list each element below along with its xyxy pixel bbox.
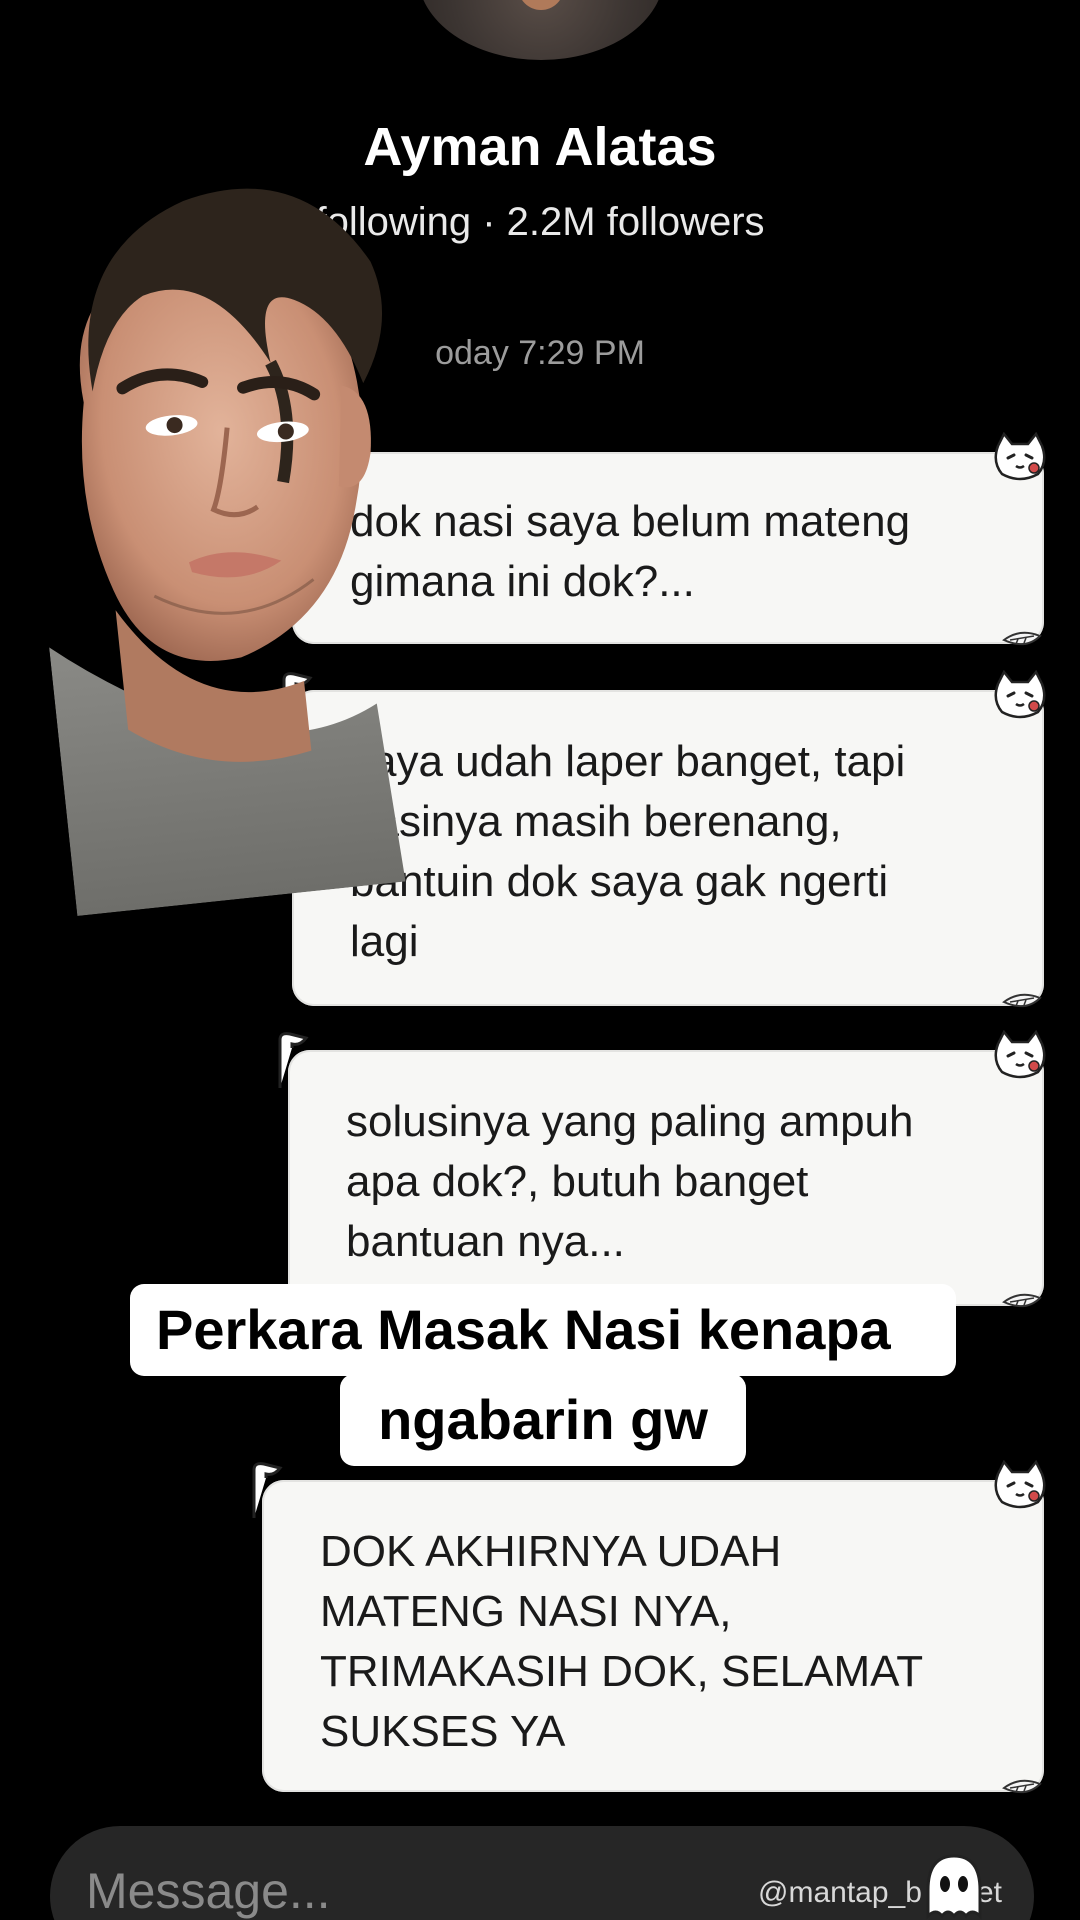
leaf-icon — [1002, 993, 1042, 1008]
leaf-icon — [1002, 631, 1042, 646]
scroll-curl-icon — [278, 1032, 309, 1088]
message-text: solusinya yang paling ampuh apa dok?, bu… — [346, 1097, 914, 1266]
message-bubble[interactable]: DOK AKHIRNYA UDAH MATENG NASI NYA, TRIMA… — [252, 1460, 1046, 1794]
scroll-curl-icon — [252, 1462, 283, 1518]
cat-sticker-icon — [994, 432, 1046, 481]
cat-sticker-icon — [994, 1030, 1046, 1079]
caption-line-1: Perkara Masak Nasi kenapa — [130, 1284, 956, 1376]
profile-avatar[interactable] — [418, 0, 664, 60]
face-sticker-image — [49, 188, 406, 916]
cat-sticker-icon — [994, 1460, 1046, 1509]
message-input-placeholder: Message... — [86, 1863, 331, 1919]
cat-sticker-icon — [994, 670, 1046, 719]
caption-line-2: ngabarin gw — [340, 1374, 746, 1466]
message-text: DOK AKHIRNYA UDAH MATENG NASI NYA, TRIMA… — [320, 1527, 924, 1756]
leaf-icon — [1002, 1779, 1042, 1794]
message-bubble[interactable]: solusinya yang paling ampuh apa dok?, bu… — [278, 1030, 1046, 1308]
leaf-icon — [1002, 1293, 1042, 1308]
ghost-icon — [926, 1854, 982, 1920]
